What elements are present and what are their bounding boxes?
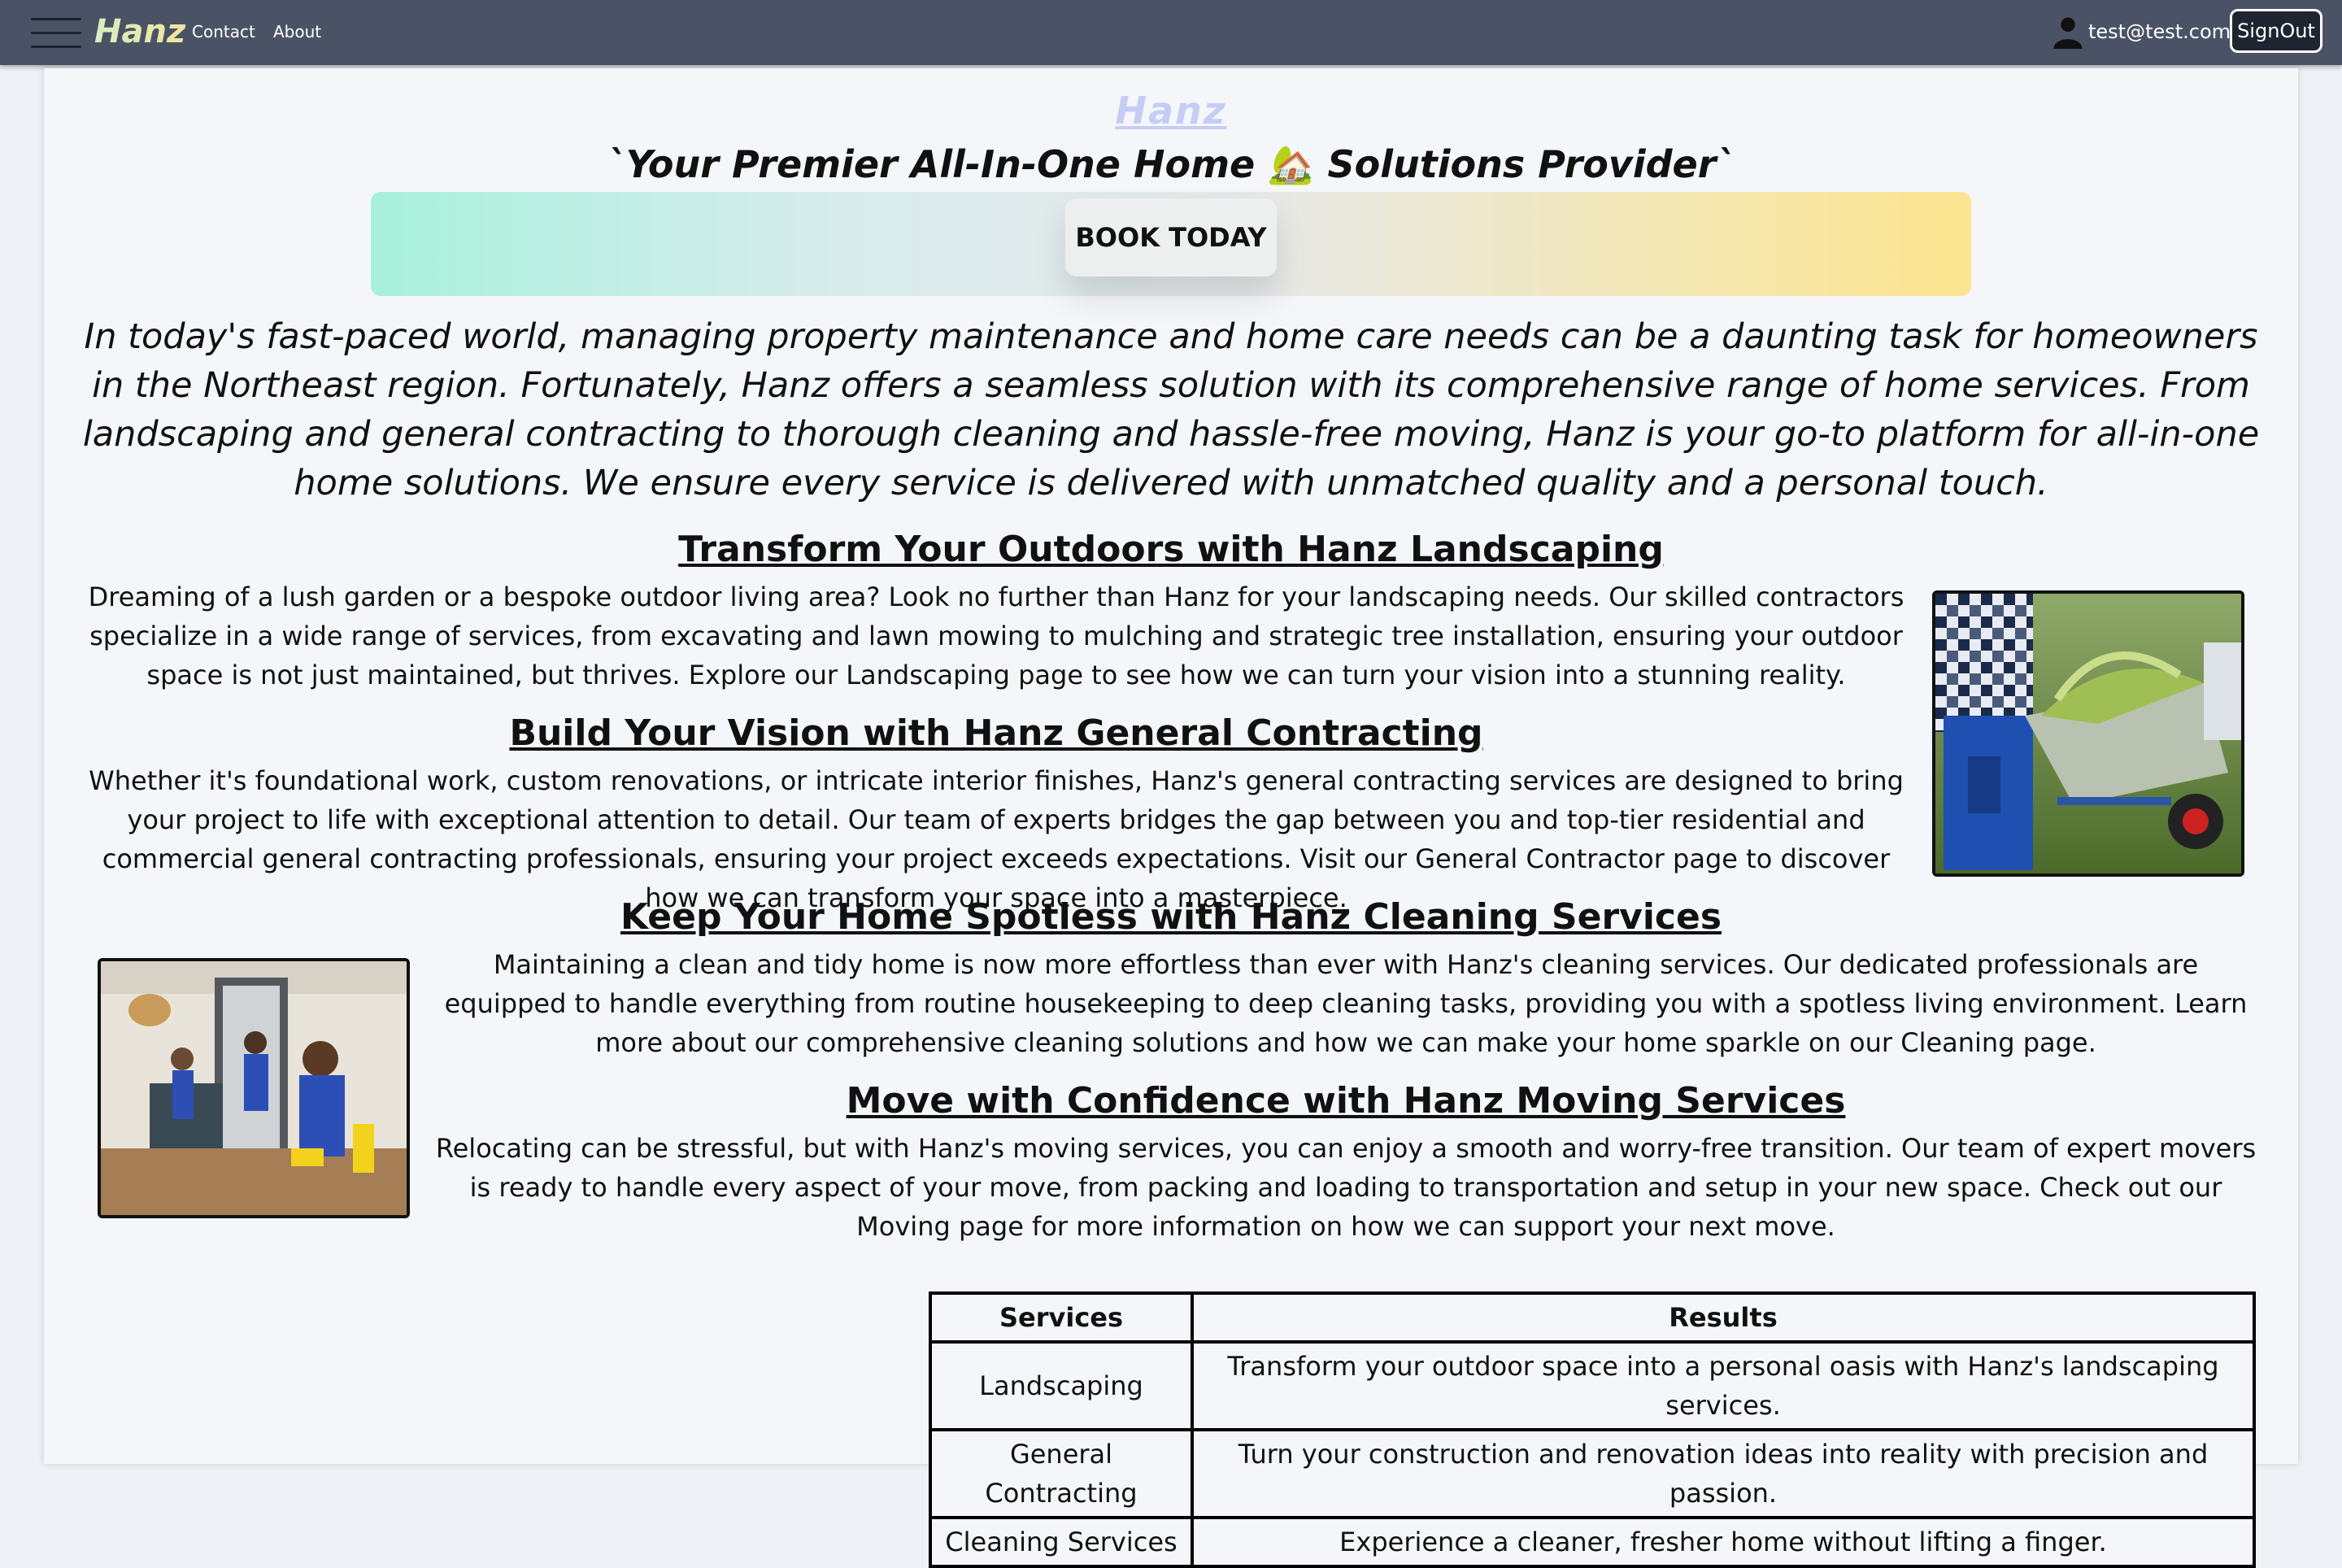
cleaning-text: Maintaining a clean and tidy home is now… — [444, 949, 2248, 1058]
signout-button[interactable]: SignOut — [2230, 9, 2322, 53]
landscaping-photo — [1932, 590, 2244, 877]
top-navbar: Hanz Contact About test@test.com SignOut — [0, 0, 2342, 65]
table-cell-result: Turn your construction and renovation id… — [1194, 1431, 2253, 1516]
cleaning-photo — [98, 958, 410, 1218]
landscaping-text: Dreaming of a lush garden or a bespoke o… — [88, 581, 1905, 690]
table-header-services: Services — [932, 1295, 1191, 1340]
cleaning-image — [101, 961, 407, 1215]
table-cell-result: Transform your outdoor space into a pers… — [1194, 1344, 2253, 1428]
services-table: Services Results Landscaping Transform y… — [929, 1291, 2256, 1568]
hero-tagline: `Your Premier All-In-One Home 🏡 Solution… — [607, 142, 1735, 186]
user-email: test@test.com — [2088, 20, 2231, 43]
book-today-button[interactable]: BOOK TODAY — [1065, 198, 1277, 277]
table-cell-service: Cleaning Services — [932, 1519, 1191, 1565]
nav-link-contact[interactable]: Contact — [192, 20, 255, 44]
hamburger-menu-icon[interactable] — [31, 16, 81, 49]
table-cell-service: General Contracting — [932, 1431, 1191, 1516]
table-cell-result: Experience a cleaner, fresher home witho… — [1194, 1519, 2253, 1565]
user-icon — [2053, 17, 2083, 49]
table-header-results: Results — [1194, 1295, 2253, 1340]
table-cell-service: Landscaping — [932, 1344, 1191, 1428]
table-header-row: Services Results — [932, 1295, 2253, 1340]
moving-heading: Move with Confidence with Hanz Moving Se… — [846, 1080, 1846, 1122]
nav-link-about[interactable]: About — [273, 20, 321, 44]
moving-text: Relocating can be stressful, but with Ha… — [435, 1133, 2257, 1242]
hero-title: Hanz — [1115, 89, 1227, 133]
table-row: Landscaping Transform your outdoor space… — [932, 1344, 2253, 1428]
cleaning-heading: Keep Your Home Spotless with Hanz Cleani… — [620, 896, 1722, 938]
wheelbarrow-image — [1935, 594, 2241, 873]
landscaping-heading: Transform Your Outdoors with Hanz Landsc… — [678, 529, 1664, 570]
table-row: General Contracting Turn your constructi… — [932, 1431, 2253, 1516]
intro-paragraph: In today's fast-paced world, managing pr… — [82, 316, 2260, 503]
contracting-heading: Build Your Vision with Hanz General Cont… — [509, 712, 1483, 754]
brand-logo-link[interactable]: Hanz — [94, 10, 185, 54]
table-row: Cleaning Services Experience a cleaner, … — [932, 1519, 2253, 1565]
